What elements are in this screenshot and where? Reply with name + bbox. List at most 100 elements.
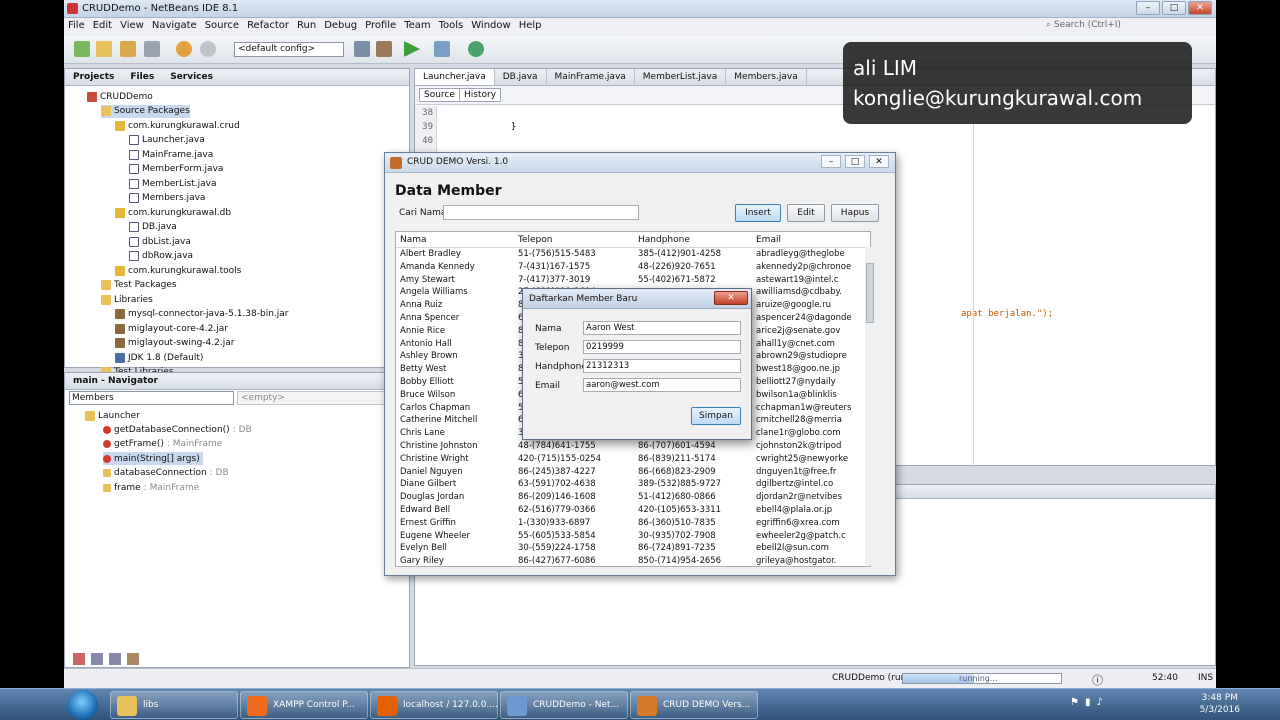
save-all-icon[interactable] bbox=[144, 41, 160, 57]
tree-item[interactable]: mysql-connector-java-5.1.38-bin.jar bbox=[115, 308, 288, 321]
code-text[interactable]: apat berjalan."); bbox=[961, 309, 1053, 319]
crud-minimize-button[interactable]: – bbox=[821, 155, 841, 168]
table-row[interactable]: Christine Wright 420-(715)155-0254 86-(839… bbox=[396, 453, 870, 466]
history-view-button[interactable]: History bbox=[459, 88, 502, 102]
menu-file[interactable]: File bbox=[64, 18, 89, 33]
tree-item[interactable]: com.kurungkurawal.crud bbox=[115, 119, 240, 132]
column-header[interactable]: Telepon bbox=[518, 235, 552, 245]
navigator-root[interactable]: Launcher bbox=[85, 409, 140, 422]
menu-team[interactable]: Team bbox=[400, 18, 434, 33]
open-project-icon[interactable] bbox=[120, 41, 136, 57]
filter-nonpublic-icon[interactable] bbox=[127, 653, 139, 665]
tab-members-java[interactable]: Members.java bbox=[726, 69, 807, 85]
menu-tools[interactable]: Tools bbox=[435, 18, 468, 33]
clean-build-icon[interactable] bbox=[376, 41, 392, 57]
menu-navigate[interactable]: Navigate bbox=[148, 18, 201, 33]
table-scrollbar[interactable] bbox=[865, 247, 875, 565]
delete-button[interactable]: Hapus bbox=[831, 204, 879, 222]
tree-item[interactable]: Libraries bbox=[101, 293, 153, 306]
menu-source[interactable]: Source bbox=[201, 18, 243, 33]
tree-item[interactable]: MainFrame.java bbox=[129, 148, 213, 161]
menu-edit[interactable]: Edit bbox=[89, 18, 116, 33]
new-project-icon[interactable] bbox=[96, 41, 112, 57]
insert-button[interactable]: Insert bbox=[735, 204, 781, 222]
table-row[interactable]: Evelyn Bell 30-(559)224-1758 86-(724)891-7… bbox=[396, 542, 870, 555]
column-header[interactable]: Nama bbox=[400, 235, 427, 245]
table-row[interactable]: Christine Johnston 48-(784)641-1755 86-(70… bbox=[396, 440, 870, 453]
tree-item[interactable]: JDK 1.8 (Default) bbox=[115, 351, 203, 364]
table-row[interactable]: Edward Bell 62-(516)779-0366 420-(105)653-… bbox=[396, 504, 870, 517]
navigator-member[interactable]: frame : MainFrame bbox=[103, 481, 199, 494]
tree-item[interactable]: MemberForm.java bbox=[129, 163, 223, 176]
run-progress-bar[interactable]: running... bbox=[902, 673, 1062, 684]
tree-item[interactable]: miglayout-swing-4.2.jar bbox=[115, 337, 234, 350]
column-header[interactable]: Email bbox=[756, 235, 781, 245]
tree-item[interactable]: miglayout-core-4.2.jar bbox=[115, 322, 228, 335]
source-view-button[interactable]: Source bbox=[419, 88, 460, 102]
taskbar-item[interactable]: libs bbox=[110, 691, 238, 719]
tree-item[interactable]: MemberList.java bbox=[129, 177, 216, 190]
menu-profile[interactable]: Profile bbox=[361, 18, 400, 33]
start-button[interactable] bbox=[68, 690, 98, 720]
taskbar-item[interactable]: XAMPP Control P... bbox=[240, 691, 368, 719]
table-row[interactable]: Douglas Jordan 86-(209)146-1608 51-(412)68… bbox=[396, 491, 870, 504]
tree-item[interactable]: CRUDDemo bbox=[87, 90, 153, 103]
debug-icon[interactable] bbox=[434, 41, 450, 57]
tree-item[interactable]: dbList.java bbox=[129, 235, 191, 248]
name-field[interactable]: Aaron West bbox=[583, 321, 741, 335]
email-field[interactable]: aaron@west.com bbox=[583, 378, 741, 392]
tree-item[interactable]: Launcher.java bbox=[129, 134, 205, 147]
navigator-empty-select[interactable]: <empty> bbox=[237, 391, 387, 405]
build-icon[interactable] bbox=[354, 41, 370, 57]
run-icon[interactable] bbox=[404, 41, 420, 57]
tree-item[interactable]: com.kurungkurawal.tools bbox=[115, 264, 241, 277]
table-row[interactable]: Gary Riley 86-(427)677-6086 850-(714)954-2… bbox=[396, 555, 870, 566]
menu-run[interactable]: Run bbox=[293, 18, 320, 33]
tab-projects[interactable]: Projects bbox=[65, 69, 122, 85]
taskbar-item[interactable]: CRUDDemo - Net... bbox=[500, 691, 628, 719]
filter-static-icon[interactable] bbox=[109, 653, 121, 665]
filter-icon[interactable] bbox=[73, 653, 85, 665]
volume-icon[interactable]: ♪ bbox=[1096, 697, 1108, 708]
filter-fields-icon[interactable] bbox=[91, 653, 103, 665]
dialog-close-button[interactable]: ✕ bbox=[714, 291, 748, 305]
table-row[interactable]: Diane Gilbert 63-(591)702-4638 389-(532)88… bbox=[396, 478, 870, 491]
navigator-member[interactable]: getFrame() : MainFrame bbox=[103, 438, 222, 451]
tab-launcher-java[interactable]: Launcher.java bbox=[415, 69, 495, 85]
clock[interactable]: 3:48 PM 5/3/2016 bbox=[1200, 692, 1240, 716]
profile-icon[interactable] bbox=[468, 41, 484, 57]
code-text[interactable]: } bbox=[511, 122, 516, 132]
table-row[interactable]: Ernest Griffin 1-(330)933-6897 86-(360)510… bbox=[396, 517, 870, 530]
crud-close-button[interactable]: ✕ bbox=[869, 155, 889, 168]
maximize-button[interactable]: □ bbox=[1162, 1, 1186, 15]
table-row[interactable]: Amanda Kennedy 7-(431)167-1575 48-(226)920… bbox=[396, 261, 870, 274]
menu-window[interactable]: Window bbox=[467, 18, 514, 33]
menu-debug[interactable]: Debug bbox=[320, 18, 361, 33]
table-row[interactable]: Eugene Wheeler 55-(605)533-5854 30-(935)70… bbox=[396, 530, 870, 543]
navigator-member[interactable]: getDatabaseConnection() : DB bbox=[103, 423, 252, 436]
config-select[interactable]: <default config> bbox=[234, 42, 344, 57]
search-name-input[interactable] bbox=[443, 205, 639, 220]
tree-item[interactable]: Source Packages bbox=[101, 104, 190, 118]
tab-mainframe-java[interactable]: MainFrame.java bbox=[547, 69, 635, 85]
taskbar-item[interactable]: CRUD DEMO Vers... bbox=[630, 691, 758, 719]
ide-search-input[interactable]: ⌕ Search (Ctrl+I) bbox=[1046, 20, 1206, 34]
menu-refactor[interactable]: Refactor bbox=[243, 18, 293, 33]
scrollbar-thumb[interactable] bbox=[866, 263, 874, 323]
undo-icon[interactable] bbox=[176, 41, 192, 57]
menu-view[interactable]: View bbox=[116, 18, 148, 33]
column-header[interactable]: Handphone bbox=[638, 235, 690, 245]
tab-services[interactable]: Services bbox=[162, 69, 221, 85]
taskbar-item[interactable]: localhost / 127.0.0.... bbox=[370, 691, 498, 719]
navigator-member[interactable]: databaseConnection : DB bbox=[103, 467, 229, 480]
navigator-filter-select[interactable]: Members bbox=[69, 391, 234, 405]
tree-item[interactable]: dbRow.java bbox=[129, 250, 193, 263]
new-file-icon[interactable] bbox=[74, 41, 90, 57]
minimize-button[interactable]: – bbox=[1136, 1, 1160, 15]
handphone-field[interactable]: 21312313 bbox=[583, 359, 741, 373]
close-button[interactable]: ✕ bbox=[1188, 1, 1212, 15]
tree-item[interactable]: Test Packages bbox=[101, 279, 177, 292]
menu-help[interactable]: Help bbox=[515, 18, 546, 33]
flag-icon[interactable]: ⚑ bbox=[1070, 697, 1085, 708]
info-icon[interactable]: ⓘ bbox=[1092, 672, 1103, 688]
